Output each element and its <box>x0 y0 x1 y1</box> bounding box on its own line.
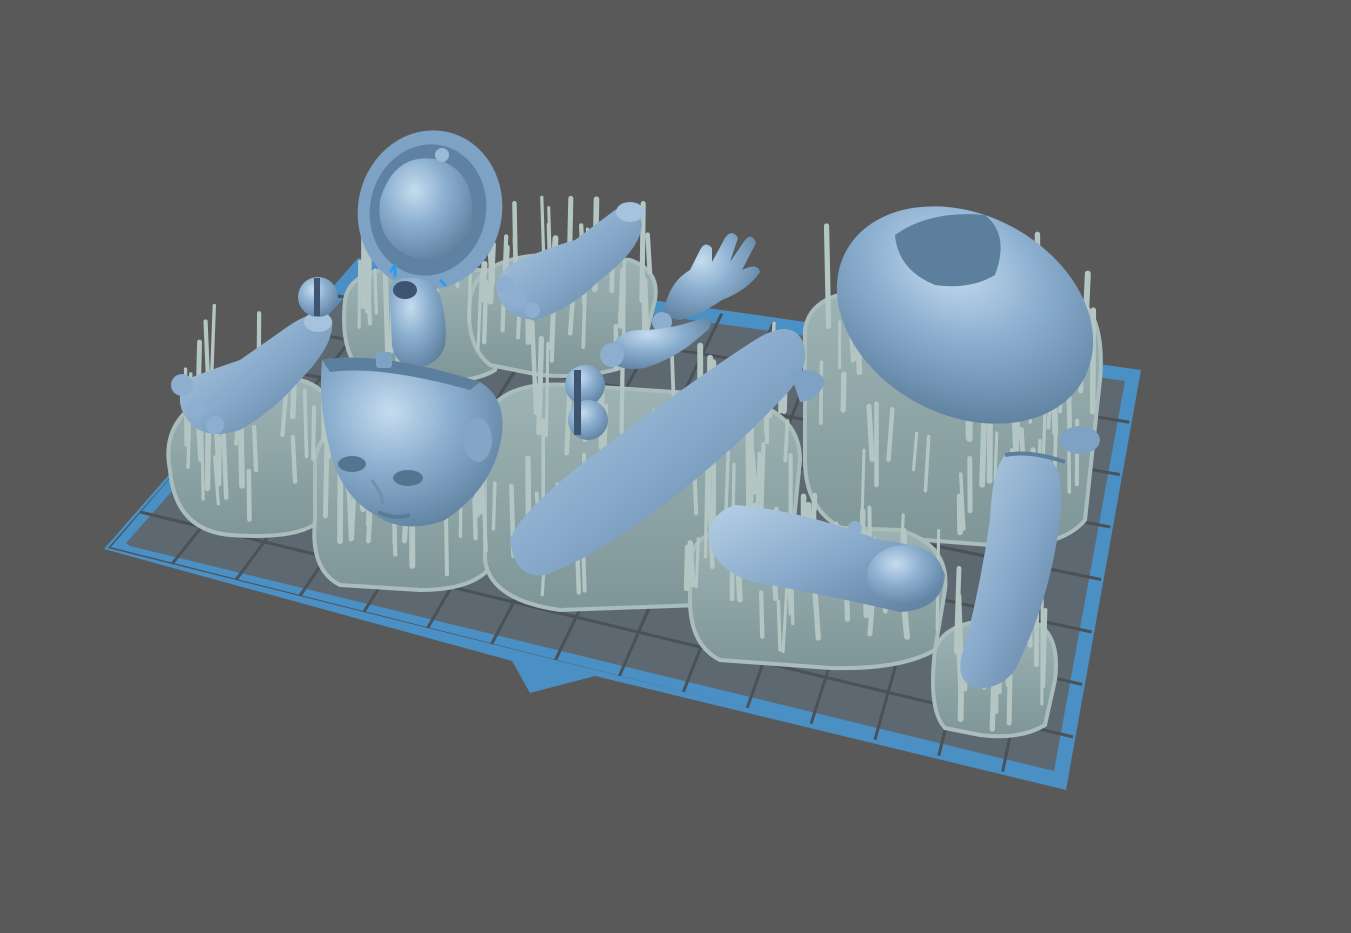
support-pillar <box>491 481 497 531</box>
support-pillar <box>536 335 545 436</box>
support-pillar <box>866 403 875 463</box>
support-pillar <box>694 537 700 589</box>
support-pillar <box>840 371 847 413</box>
support-pillar <box>311 405 317 461</box>
support-pillar <box>812 586 821 641</box>
support-pillar <box>645 232 653 274</box>
3d-viewport[interactable] <box>0 0 1351 933</box>
support-pillar <box>758 590 765 639</box>
support-pillar <box>302 388 309 459</box>
support-pillar <box>290 434 298 484</box>
support-pillar <box>776 599 782 652</box>
support-pillar <box>382 265 391 354</box>
support-pillar <box>819 360 824 425</box>
support-pillar <box>246 468 252 522</box>
support-pillar <box>783 419 790 463</box>
support-pillar <box>759 442 766 518</box>
support-pillar <box>823 223 832 330</box>
support-pillar <box>639 200 646 303</box>
support-pillar <box>989 680 997 732</box>
support-pillar <box>544 341 550 437</box>
support-pillar <box>487 241 496 305</box>
support-pillar <box>1089 307 1097 415</box>
support-pillar <box>622 260 626 347</box>
support-pillar <box>641 276 650 336</box>
support-pillar <box>373 268 378 315</box>
support-pillar <box>1006 673 1013 726</box>
support-pillar <box>683 544 691 592</box>
support-pillar <box>481 279 489 345</box>
build-plate-scene[interactable] <box>0 0 1351 933</box>
support-pillar <box>953 565 962 655</box>
ball-joint-small-model[interactable] <box>298 277 338 317</box>
neck-joint-model[interactable] <box>389 277 446 368</box>
support-pillar <box>251 424 259 473</box>
support-pillar <box>687 540 696 588</box>
